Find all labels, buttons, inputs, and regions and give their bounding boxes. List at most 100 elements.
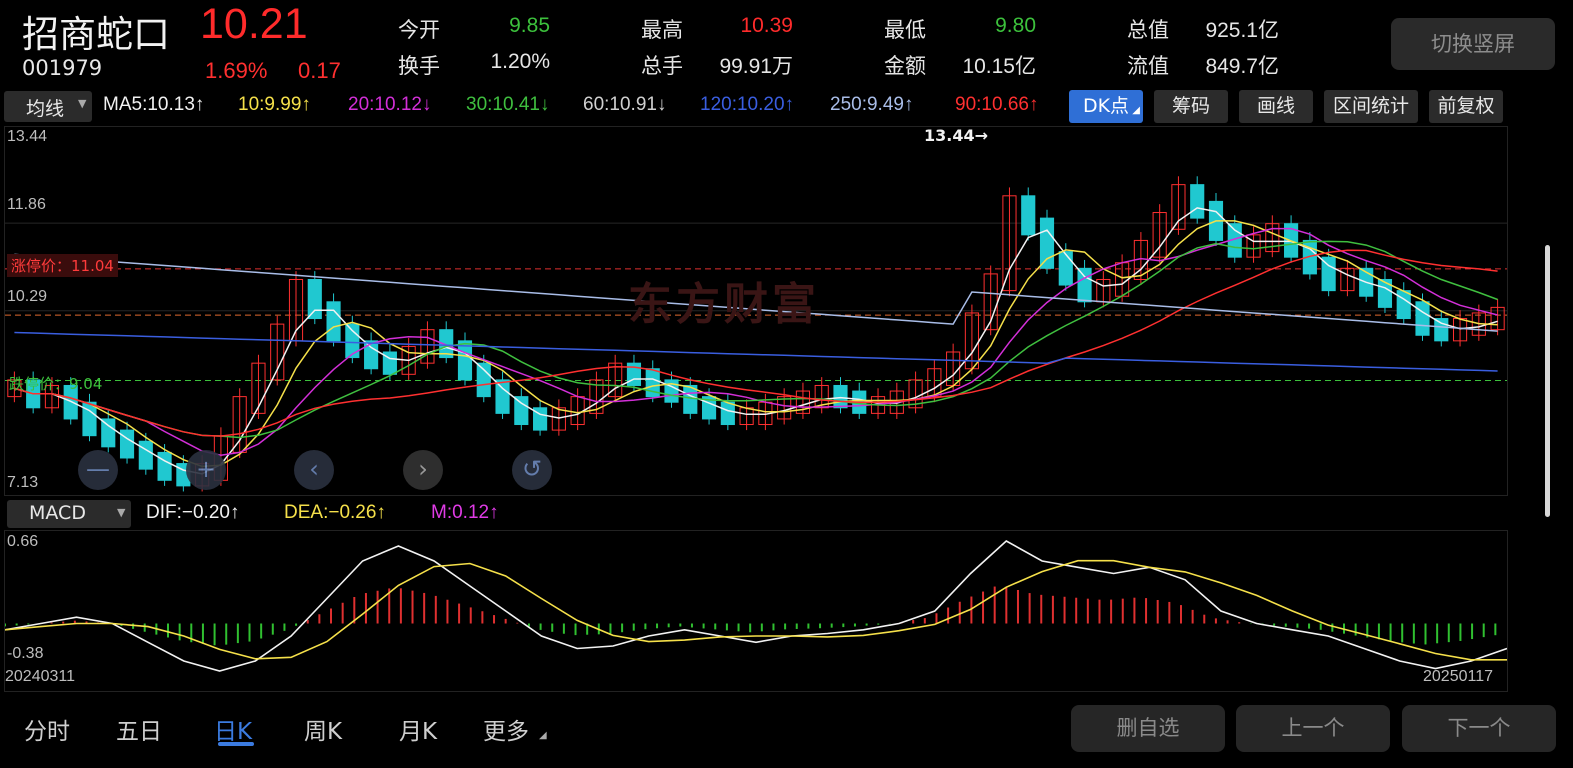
- candle-body: [1190, 184, 1205, 219]
- high-marker: 13.44→: [924, 126, 989, 145]
- draw-line-button[interactable]: 画线: [1239, 90, 1313, 123]
- reset-icon: ↺: [521, 455, 543, 483]
- y-axis-label-top: 13.44: [7, 128, 48, 145]
- candle-body: [495, 379, 510, 414]
- quote-label-low: 最低: [884, 18, 926, 42]
- quote-label-open: 今开: [398, 18, 440, 42]
- scroll-left-button[interactable]: ‹: [294, 450, 334, 490]
- ma30-value: 30:10.41↓: [466, 94, 550, 115]
- quote-value-float-cap: 849.7亿: [1205, 55, 1279, 78]
- limit-up-label: 涨停价：11.04: [7, 254, 118, 277]
- quote-label-float-cap: 流值: [1127, 54, 1169, 78]
- quote-value-low: 9.80: [995, 14, 1036, 37]
- indicator-select[interactable]: 均线 ▼: [4, 91, 92, 122]
- plus-icon: +: [195, 455, 217, 483]
- ma120-line: [14, 331, 1498, 372]
- ma10-value: 10:9.99↑: [238, 94, 311, 115]
- quote-value-amount: 10.15亿: [962, 55, 1036, 78]
- candle-body: [82, 401, 97, 437]
- quote-value-turnover: 1.20%: [490, 50, 550, 73]
- candle-body: [476, 362, 491, 398]
- y-axis-label-upper: 11.86: [7, 196, 46, 213]
- dk-point-button[interactable]: DK点 ◢: [1069, 90, 1143, 123]
- candle-body: [101, 418, 116, 448]
- ma90-value: 90:10.66↑: [955, 94, 1039, 115]
- candle-body: [364, 340, 379, 370]
- next-button[interactable]: 下一个: [1402, 705, 1556, 752]
- macd-dif: DIF:−0.20↑: [146, 502, 240, 523]
- macd-chart[interactable]: [4, 530, 1508, 692]
- quote-label-volume: 总手: [641, 54, 683, 78]
- chevron-down-icon: ▼: [117, 506, 126, 519]
- quote-label-market-cap: 总值: [1127, 18, 1169, 42]
- minus-icon: —: [86, 455, 110, 483]
- macd-plot: [4, 540, 1508, 672]
- chevron-down-icon: ▼: [78, 97, 87, 110]
- range-stats-button[interactable]: 区间统计: [1324, 90, 1418, 123]
- quote-value-open: 9.85: [509, 14, 550, 37]
- ma250-value: 250:9.49↑: [830, 94, 914, 115]
- macd-dea: DEA:−0.26↑: [284, 502, 386, 523]
- macd-select[interactable]: MACD ▼: [7, 500, 131, 528]
- tab-more[interactable]: 更多: [483, 712, 529, 746]
- candle-body: [345, 323, 360, 359]
- macd-m: M:0.12↑: [431, 502, 499, 523]
- reset-view-button[interactable]: ↺: [512, 450, 552, 490]
- watermark: 东方财富: [628, 279, 820, 330]
- candle-body: [1434, 318, 1449, 342]
- change-amount: 0.17: [298, 58, 341, 83]
- candle-body: [1058, 251, 1073, 286]
- candle-body: [1396, 290, 1411, 320]
- ma-line: [14, 227, 1498, 456]
- quote-label-high: 最高: [641, 18, 683, 42]
- previous-button[interactable]: 上一个: [1236, 705, 1390, 752]
- remove-watchlist-button[interactable]: 删自选: [1071, 705, 1225, 752]
- change-percent: 1.69%: [205, 58, 268, 83]
- stock-code: 001979: [22, 56, 103, 80]
- candle-body: [1077, 267, 1092, 303]
- zoom-in-button[interactable]: +: [186, 450, 226, 490]
- quote-label-turnover: 换手: [398, 54, 440, 78]
- candle-body: [1415, 301, 1430, 336]
- chevron-left-icon: ‹: [309, 455, 319, 483]
- ma20-value: 20:10.12↓: [348, 94, 432, 115]
- ma-line: [14, 220, 1498, 468]
- y-axis-label-bottom: 7.13: [7, 474, 39, 491]
- price-adjust-button[interactable]: 前复权: [1429, 90, 1503, 123]
- limit-down-label: 跌停价：9.04: [9, 375, 103, 393]
- date-end: 20250117: [1423, 668, 1493, 685]
- tab-timeshare[interactable]: 分时: [24, 712, 70, 746]
- switch-portrait-button[interactable]: 切换竖屏: [1391, 18, 1555, 70]
- vertical-scrollbar[interactable]: [1545, 245, 1550, 517]
- corner-triangle-icon: ◢: [1132, 105, 1140, 116]
- macd-select-label: MACD: [29, 502, 86, 524]
- indicator-select-label: 均线: [26, 98, 65, 120]
- scroll-right-button[interactable]: ›: [403, 450, 443, 490]
- candle-body: [514, 396, 529, 426]
- macd-y-bottom: -0.38: [7, 645, 44, 662]
- tab-weekly-k[interactable]: 周K: [304, 712, 342, 746]
- date-start: 20240311: [5, 668, 75, 685]
- quote-value-market-cap: 925.1亿: [1205, 19, 1279, 42]
- ma60-value: 60:10.91↓: [583, 94, 667, 115]
- candle-body: [720, 401, 735, 426]
- y-axis-label-mid: 10.29: [7, 288, 48, 305]
- candle-body: [138, 440, 153, 470]
- chevron-right-icon: ›: [418, 455, 428, 483]
- candle-body: [119, 429, 135, 459]
- ma5-value: MA5:10.13↑: [103, 94, 205, 115]
- active-tab-indicator: [218, 742, 254, 746]
- tab-monthly-k[interactable]: 月K: [399, 712, 437, 746]
- quote-value-volume: 99.91万: [719, 55, 793, 78]
- candle-body: [1039, 217, 1055, 269]
- candle-body: [326, 301, 341, 342]
- macd-y-top: 0.66: [7, 533, 39, 550]
- tab-five-day[interactable]: 五日: [116, 712, 162, 746]
- chips-button[interactable]: 筹码: [1154, 90, 1228, 123]
- stock-name: 招商蛇口: [22, 13, 170, 56]
- candle-body: [157, 451, 172, 481]
- candle-body: [307, 278, 322, 320]
- tab-daily-k[interactable]: 日K: [214, 712, 252, 746]
- zoom-out-button[interactable]: —: [78, 450, 118, 490]
- quote-label-amount: 金额: [884, 54, 926, 78]
